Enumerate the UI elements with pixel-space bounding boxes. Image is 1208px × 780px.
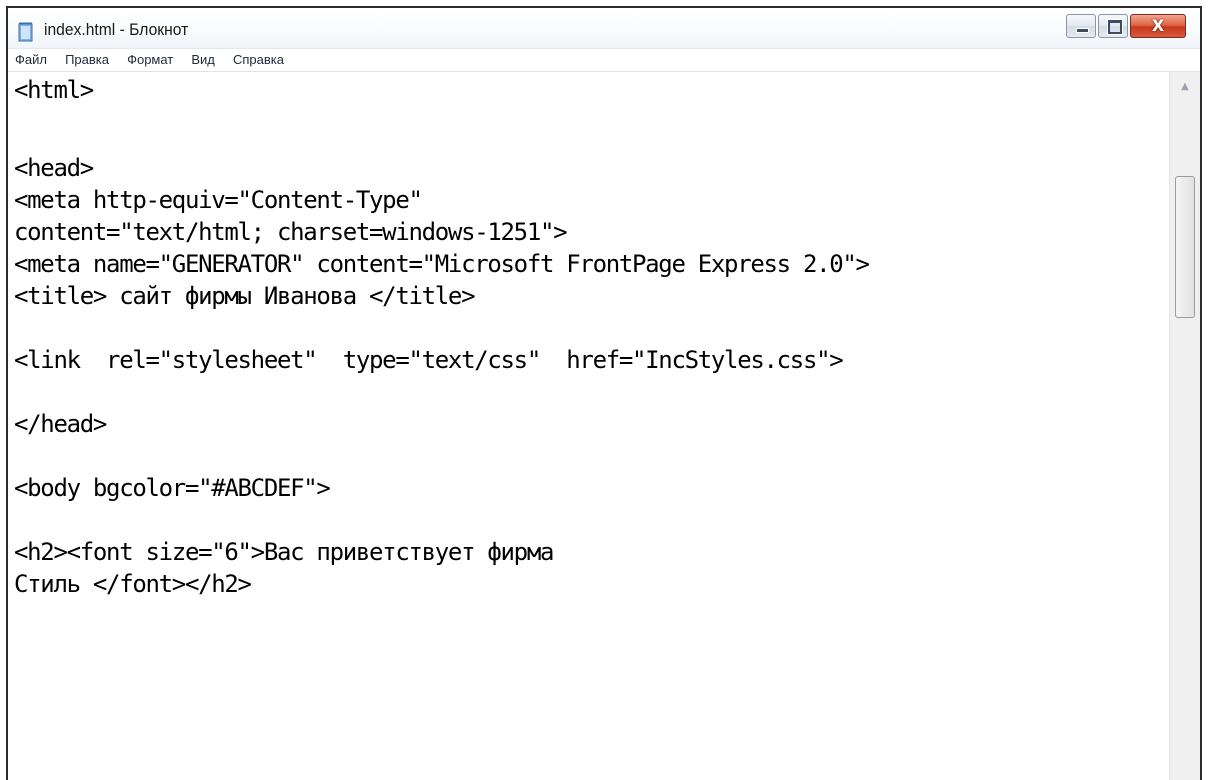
code-line: Стиль </font></h2> [14, 570, 252, 598]
code-line: <h2><font size="6">Вас приветствует фирм… [14, 538, 554, 566]
text-editor-area[interactable]: <html> <head> <meta http-equiv="Content-… [8, 72, 1170, 780]
scroll-thumb[interactable] [1175, 176, 1195, 318]
close-button[interactable]: X [1130, 14, 1186, 38]
menu-bar: Файл Правка Формат Вид Справка [8, 49, 1200, 72]
window-title: index.html - Блокнот [44, 20, 189, 39]
vertical-scrollbar[interactable]: ▲ [1169, 72, 1200, 780]
code-line: content="text/html; charset=windows-1251… [14, 218, 568, 246]
code-line: <html> [14, 76, 94, 104]
maximize-icon [1108, 20, 1122, 34]
menu-format[interactable]: Формат [124, 50, 176, 67]
code-line: <link rel="stylesheet" type="text/css" h… [14, 346, 844, 374]
minimize-icon [1076, 28, 1089, 33]
notepad-icon [18, 22, 33, 42]
menu-view[interactable]: Вид [188, 50, 218, 67]
code-line: <meta http-equiv="Content-Type" [14, 186, 423, 214]
code-line: </head> [14, 410, 107, 438]
menu-edit[interactable]: Правка [62, 50, 112, 67]
close-icon: X [1151, 16, 1165, 35]
menu-file[interactable]: Файл [12, 50, 50, 67]
notepad-window: index.html - Блокнот X Файл Правка Форма… [6, 6, 1202, 780]
title-bar[interactable]: index.html - Блокнот X [8, 8, 1200, 49]
code-line: <title> сайт фирмы Иванова </title> [14, 282, 476, 310]
code-line: <meta name="GENERATOR" content="Microsof… [14, 250, 870, 278]
maximize-button[interactable] [1098, 14, 1128, 38]
code-line: <head> [14, 154, 94, 182]
code-line: <body bgcolor="#ABCDEF"> [14, 474, 331, 502]
minimize-button[interactable] [1066, 14, 1096, 38]
menu-help[interactable]: Справка [230, 50, 287, 67]
scroll-up-arrow-icon[interactable]: ▲ [1170, 72, 1200, 98]
